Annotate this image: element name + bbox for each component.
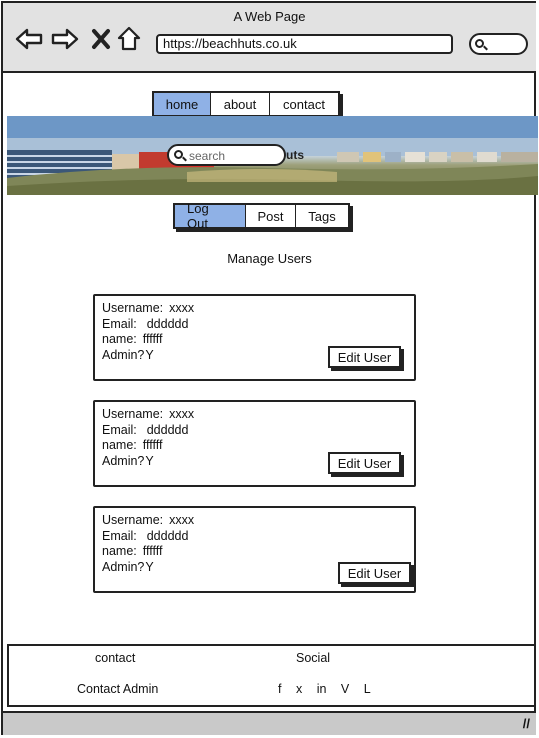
hero-search-input[interactable]: search xyxy=(167,144,286,166)
browser-search-field[interactable] xyxy=(469,33,528,55)
username-value: xxxx xyxy=(169,407,195,421)
close-x-icon[interactable] xyxy=(87,25,115,53)
x-link[interactable]: x xyxy=(296,682,302,696)
name-label: name: xyxy=(102,332,137,346)
status-bar: // xyxy=(3,711,536,735)
edit-user-button[interactable]: Edit User xyxy=(338,562,411,584)
user-card: Username: xxxx Email: dddddd name: ffffff A… xyxy=(93,506,416,593)
edit-user-button[interactable]: Edit User xyxy=(328,452,401,474)
admin-value: Y xyxy=(145,454,154,468)
email-value: dddddd xyxy=(146,529,189,543)
back-arrow-icon[interactable] xyxy=(15,25,43,53)
admin-value: Y xyxy=(145,348,154,362)
tab-post[interactable]: Post xyxy=(246,205,296,227)
edit-user-button[interactable]: Edit User xyxy=(328,346,401,368)
vimeo-link[interactable]: V xyxy=(341,682,349,696)
username-value: xxxx xyxy=(169,513,195,527)
email-value: dddddd xyxy=(146,317,189,331)
linkedin-link[interactable]: in xyxy=(317,682,327,696)
footer-social-heading: Social xyxy=(296,651,331,665)
username-label: Username: xyxy=(102,513,164,527)
tab-log-out[interactable]: Log Out xyxy=(175,201,246,231)
username-label: Username: xyxy=(102,407,164,421)
name-value: ffffff xyxy=(142,544,163,558)
page-title: Manage Users xyxy=(227,251,312,266)
admin-label: Admin? xyxy=(102,560,145,574)
hero-overlay-text: uts xyxy=(286,148,304,162)
admin-label: Admin? xyxy=(102,454,145,468)
facebook-link[interactable]: f xyxy=(278,682,281,696)
email-label: Email: xyxy=(102,423,137,437)
main-nav: home about contact xyxy=(152,91,340,117)
home-icon[interactable] xyxy=(115,25,143,53)
footer: contact Contact Admin Social f x in V L xyxy=(7,644,536,707)
browser-toolbar: A Web Page https://beachhuts.co.uk xyxy=(3,3,536,73)
tab-home[interactable]: home xyxy=(154,93,211,115)
email-label: Email: xyxy=(102,317,137,331)
window-title: A Web Page xyxy=(233,9,306,24)
username-value: xxxx xyxy=(169,301,195,315)
name-label: name: xyxy=(102,544,137,558)
tab-contact[interactable]: contact xyxy=(270,93,338,115)
resize-grip-icon[interactable]: // xyxy=(523,716,530,731)
user-card: Username: xxxx Email: dddddd name: ffffff A… xyxy=(93,294,416,381)
forward-arrow-icon[interactable] xyxy=(51,25,79,53)
admin-value: Y xyxy=(145,560,154,574)
hero-search-placeholder: search xyxy=(189,149,226,163)
user-nav: Log Out Post Tags xyxy=(173,201,350,231)
social-links: f x in V L xyxy=(278,682,382,696)
tab-tags[interactable]: Tags xyxy=(296,205,348,227)
name-label: name: xyxy=(102,438,137,452)
footer-contact-heading: contact xyxy=(95,651,136,665)
email-value: dddddd xyxy=(146,423,189,437)
address-bar-url: https://beachhuts.co.uk xyxy=(163,36,297,51)
l-link[interactable]: L xyxy=(364,682,371,696)
tab-about[interactable]: about xyxy=(211,93,270,115)
name-value: ffffff xyxy=(142,438,163,452)
user-card: Username: xxxx Email: dddddd name: ffffff A… xyxy=(93,400,416,487)
admin-label: Admin? xyxy=(102,348,145,362)
name-value: ffffff xyxy=(142,332,163,346)
username-label: Username: xyxy=(102,301,164,315)
email-label: Email: xyxy=(102,529,137,543)
address-bar[interactable]: https://beachhuts.co.uk xyxy=(156,34,453,54)
contact-admin-link[interactable]: Contact Admin xyxy=(77,682,158,696)
